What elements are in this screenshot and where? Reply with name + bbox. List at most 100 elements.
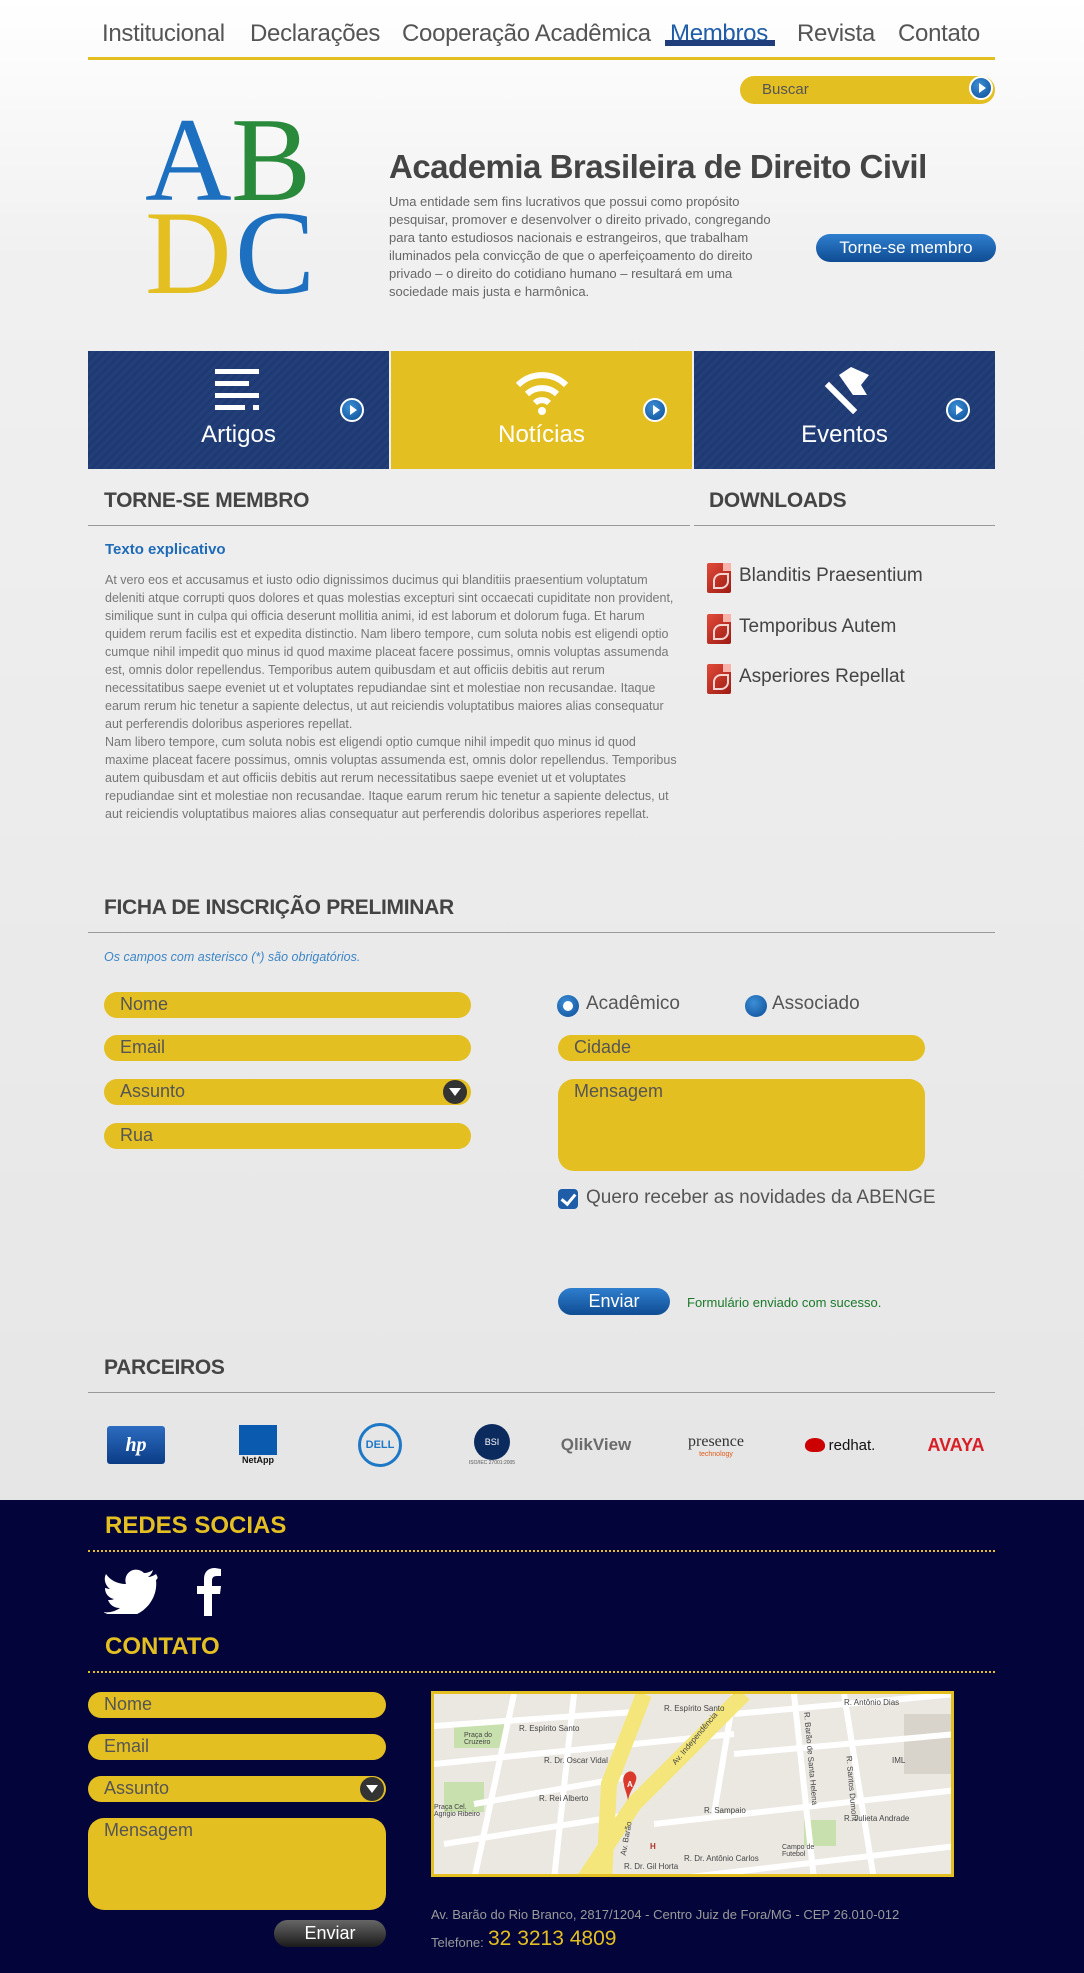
lines-icon — [214, 369, 259, 410]
netapp-logo-text: NetApp — [242, 1455, 274, 1465]
radio-academico[interactable] — [557, 995, 579, 1017]
location-map[interactable]: R. Espírito Santo R. Espírito Santo Praç… — [431, 1691, 954, 1877]
netapp-mark-icon — [239, 1425, 277, 1455]
map-label: R. Espírito Santo — [519, 1724, 580, 1733]
footer-address: Av. Barão do Rio Branco, 2817/1204 - Cen… — [431, 1907, 900, 1922]
pdf-icon — [707, 664, 731, 694]
tile-noticias[interactable]: Notícias — [391, 351, 692, 469]
social-title: REDES SOCIAS — [105, 1512, 287, 1539]
partner-logo-presence[interactable]: presence technology — [676, 1423, 756, 1467]
footer-email-input[interactable]: Email — [88, 1734, 386, 1760]
tile-noticias-label: Notícias — [498, 421, 585, 448]
facebook-icon[interactable] — [196, 1568, 222, 1616]
submit-button[interactable]: Enviar — [558, 1288, 670, 1315]
assunto-placeholder: Assunto — [120, 1081, 186, 1101]
downloads-divider — [694, 525, 995, 526]
footer-assunto-select[interactable]: Assunto — [88, 1776, 386, 1802]
downloads-title: DOWNLOADS — [709, 489, 847, 512]
partner-logo-netapp[interactable]: NetApp — [228, 1423, 288, 1467]
partner-logo-avaya[interactable]: AVAYA — [920, 1423, 992, 1467]
form-title: FICHA DE INSCRIÇÃO PRELIMINAR — [104, 896, 454, 919]
map-label: R. Antônio Dias — [844, 1698, 900, 1707]
map-label: Praça Cel. Agrigio Ribeiro — [434, 1804, 480, 1818]
map-label: Praça do Cruzeiro — [464, 1732, 493, 1746]
tile-eventos-arrow-icon[interactable] — [946, 398, 970, 422]
nav-item-institucional[interactable]: Institucional — [102, 20, 225, 48]
partners-title: PARCEIROS — [104, 1356, 225, 1379]
logo-letter-d: D — [145, 186, 232, 319]
footer-submit-button[interactable]: Enviar — [274, 1920, 386, 1947]
download-label[interactable]: Temporibus Autem — [739, 616, 896, 638]
redhat-logo-text: redhat. — [828, 1436, 876, 1454]
partner-logo-hp[interactable]: hp — [104, 1423, 168, 1467]
mensagem-textarea[interactable]: Mensagem — [558, 1079, 925, 1171]
chevron-down-icon[interactable] — [360, 1777, 384, 1801]
contact-title: CONTATO — [105, 1633, 220, 1660]
radio-associado[interactable] — [745, 995, 767, 1017]
search-input[interactable]: Buscar — [740, 76, 995, 104]
chevron-down-icon[interactable] — [443, 1080, 467, 1104]
site-description: Uma entidade sem fins lucrativos que pos… — [389, 194, 771, 299]
main-nav: Institucional Declarações Cooperação Aca… — [88, 14, 995, 60]
map-label: IML — [892, 1756, 906, 1765]
become-member-button[interactable]: Torne-se membro — [816, 234, 996, 262]
qlikview-logo-text: QlikView — [560, 1435, 632, 1454]
tile-eventos[interactable]: Eventos — [694, 351, 995, 469]
wifi-icon — [515, 372, 568, 415]
map-label: R. Rei Alberto — [539, 1794, 589, 1803]
assunto-select[interactable]: Assunto — [104, 1079, 471, 1105]
footer-assunto-placeholder: Assunto — [104, 1778, 170, 1798]
social-divider — [88, 1550, 995, 1552]
search-arrow-icon[interactable] — [969, 76, 993, 100]
nav-item-cooperacao[interactable]: Cooperação Acadêmica — [402, 20, 651, 48]
dell-logo-text: DELL — [358, 1423, 402, 1467]
flag-icon — [824, 367, 869, 415]
partner-logo-qlikview[interactable]: QlikView — [556, 1423, 636, 1467]
partner-logo-dell[interactable]: DELL — [356, 1423, 404, 1467]
abdc-logo[interactable]: A B D C — [145, 100, 345, 319]
logo-letter-c: C — [235, 186, 316, 319]
partner-logo-bsi[interactable]: BSI ISO/IEC 27001:2005 — [462, 1423, 522, 1467]
map-label: Campo de Futebol — [782, 1844, 815, 1858]
map-streets — [434, 1694, 951, 1874]
cidade-input[interactable]: Cidade — [558, 1035, 925, 1061]
tile-noticias-arrow-icon[interactable] — [643, 398, 667, 422]
nav-item-revista[interactable]: Revista — [797, 20, 875, 48]
footer-mensagem-textarea[interactable]: Mensagem — [88, 1818, 386, 1910]
email-input[interactable]: Email — [104, 1035, 471, 1061]
required-note: Os campos com asterisco (*) são obrigató… — [104, 950, 361, 964]
nav-item-declaracoes[interactable]: Declarações — [250, 20, 380, 48]
newsletter-label[interactable]: Quero receber as novidades da ABENGE — [586, 1187, 936, 1209]
footer-phone-label: Telefone: — [431, 1935, 484, 1950]
nome-input[interactable]: Nome — [104, 992, 471, 1018]
site-title: Academia Brasileira de Direito Civil — [389, 148, 927, 185]
member-section-divider — [88, 525, 690, 526]
partners-divider — [88, 1392, 995, 1393]
download-label[interactable]: Blanditis Praesentium — [739, 565, 923, 587]
footer-mensagem-placeholder: Mensagem — [104, 1820, 194, 1840]
page: Institucional Declarações Cooperação Aca… — [0, 0, 1084, 1973]
cidade-placeholder: Cidade — [574, 1037, 632, 1057]
pdf-icon — [707, 563, 731, 593]
rua-input[interactable]: Rua — [104, 1123, 471, 1149]
success-message: Formulário enviado com sucesso. — [687, 1295, 882, 1310]
presence-logo-text: presence — [688, 1432, 744, 1450]
footer-nome-input[interactable]: Nome — [88, 1692, 386, 1718]
nav-item-contato[interactable]: Contato — [898, 20, 980, 48]
map-marker-label: A — [627, 1780, 633, 1789]
tile-artigos-arrow-icon[interactable] — [340, 398, 364, 422]
radio-associado-label[interactable]: Associado — [772, 993, 860, 1015]
mensagem-placeholder: Mensagem — [574, 1081, 664, 1101]
twitter-icon[interactable] — [104, 1568, 158, 1614]
map-label: R. Dr. Antônio Carlos — [684, 1854, 759, 1863]
email-placeholder: Email — [120, 1037, 166, 1057]
download-label[interactable]: Asperiores Repellat — [739, 666, 905, 688]
newsletter-checkbox[interactable] — [558, 1189, 578, 1209]
tile-artigos[interactable]: Artigos — [88, 351, 389, 469]
nav-active-indicator — [665, 40, 775, 46]
member-section-title: TORNE-SE MEMBRO — [104, 489, 310, 512]
partner-logo-redhat[interactable]: redhat. — [796, 1423, 884, 1467]
radio-academico-label[interactable]: Acadêmico — [586, 993, 680, 1015]
member-body-paragraph-2: Nam libero tempore, cum soluta nobis est… — [105, 735, 677, 821]
map-label: R. Julieta Andrade — [844, 1814, 910, 1823]
